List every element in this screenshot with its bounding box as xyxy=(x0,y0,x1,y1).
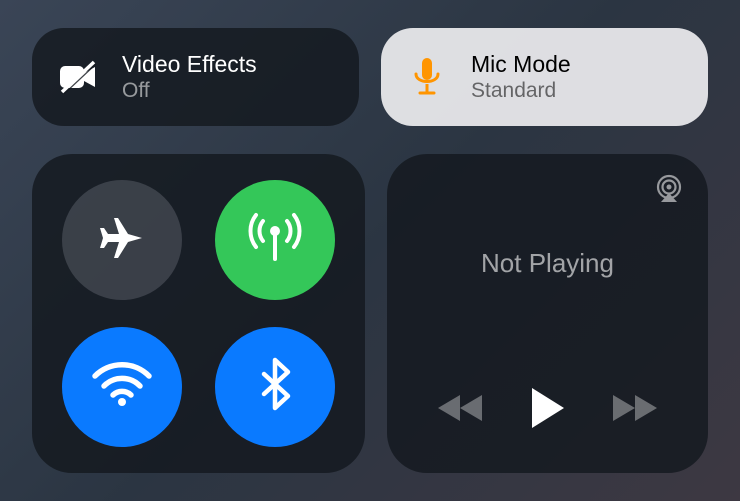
video-off-icon xyxy=(56,55,100,99)
bluetooth-button[interactable] xyxy=(215,327,335,447)
mic-mode-title: Mic Mode xyxy=(471,51,571,79)
airplay-icon[interactable] xyxy=(652,174,686,209)
media-panel[interactable]: Not Playing xyxy=(387,154,708,473)
wifi-icon xyxy=(91,360,153,413)
next-track-button[interactable] xyxy=(609,393,657,428)
mic-mode-subtitle: Standard xyxy=(471,78,571,103)
mic-mode-button[interactable]: Mic Mode Standard xyxy=(381,28,708,126)
cellular-data-button[interactable] xyxy=(215,180,335,300)
video-effects-text: Video Effects Off xyxy=(122,51,257,104)
wifi-button[interactable] xyxy=(62,327,182,447)
airplane-icon xyxy=(94,210,150,271)
media-status: Not Playing xyxy=(481,248,614,279)
video-effects-subtitle: Off xyxy=(122,78,257,103)
video-effects-title: Video Effects xyxy=(122,51,257,79)
microphone-icon xyxy=(405,55,449,99)
bluetooth-icon xyxy=(258,356,292,417)
media-controls xyxy=(407,386,688,443)
airplane-mode-button[interactable] xyxy=(62,180,182,300)
video-effects-button[interactable]: Video Effects Off xyxy=(32,28,359,126)
play-button[interactable] xyxy=(528,386,566,435)
mic-mode-text: Mic Mode Standard xyxy=(471,51,571,104)
connectivity-panel[interactable] xyxy=(32,154,365,473)
previous-track-button[interactable] xyxy=(438,393,486,428)
cellular-antenna-icon xyxy=(246,209,304,272)
